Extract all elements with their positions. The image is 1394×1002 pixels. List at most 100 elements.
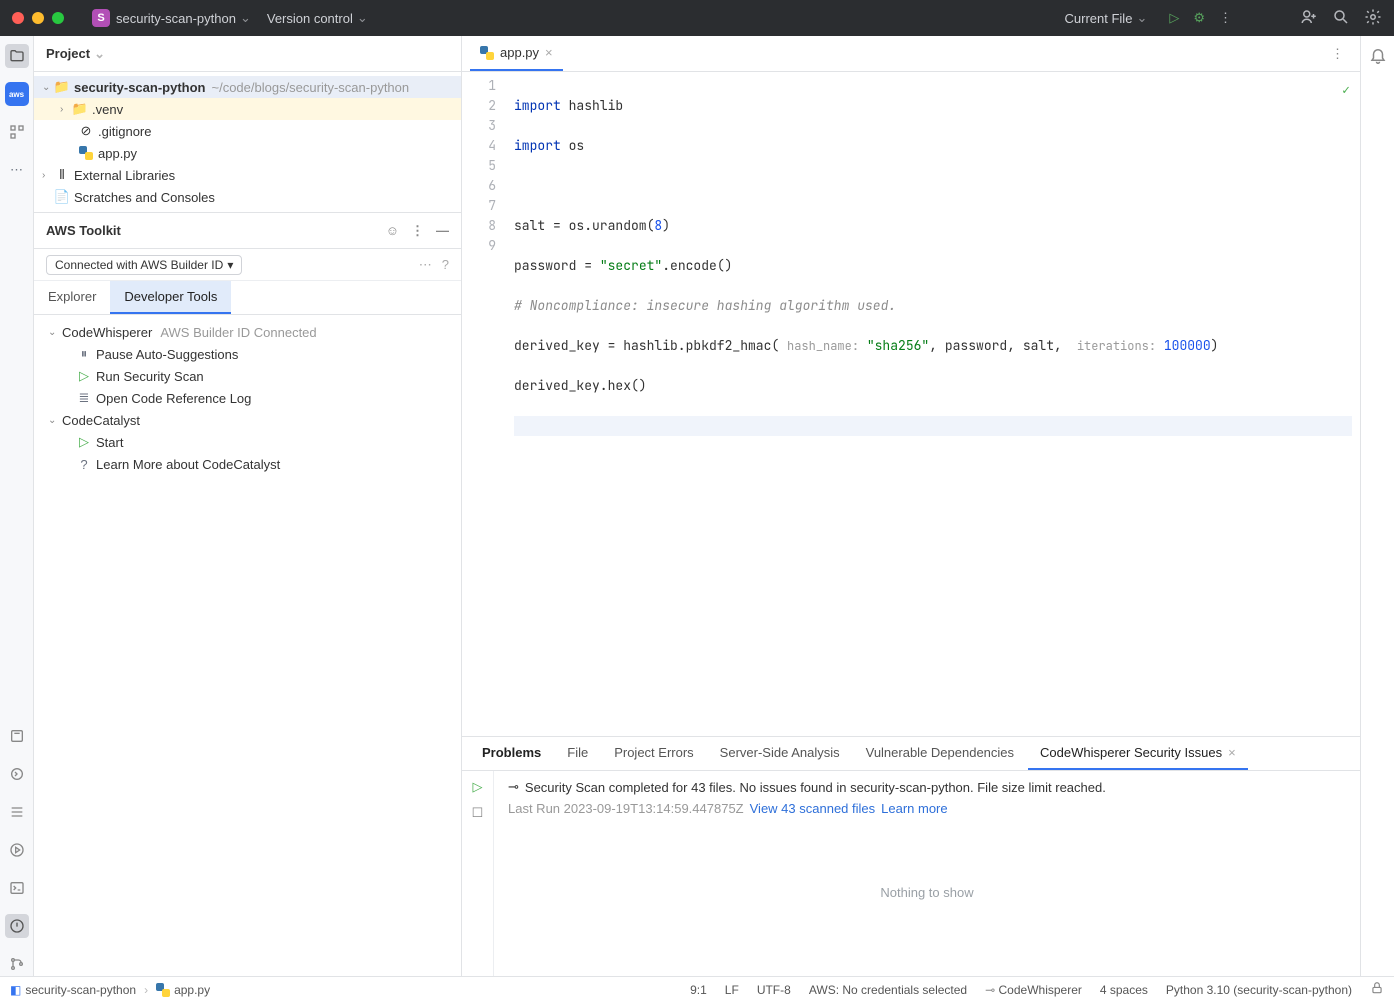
problems-icon[interactable] — [5, 914, 29, 938]
debug-icon[interactable]: ⚙ — [1193, 10, 1205, 26]
titlebar: S security-scan-python ⌄ Version control… — [0, 0, 1394, 36]
folder-icon: 📁 — [54, 79, 70, 95]
feedback-icon[interactable]: ☺ — [386, 223, 399, 239]
aws-run-security-scan[interactable]: ▷Run Security Scan — [34, 365, 461, 387]
play-icon: ▷ — [76, 434, 92, 450]
python-icon — [156, 983, 170, 997]
more-icon[interactable]: ⋯ — [419, 257, 432, 273]
chevron-right-icon: › — [60, 104, 72, 115]
run-icon[interactable]: ▷ — [1169, 10, 1179, 26]
code-content[interactable]: import hashlib import os salt = os.urand… — [506, 72, 1360, 736]
aws-tool-icon[interactable]: aws — [5, 82, 29, 106]
vcs-menu[interactable]: Version control ⌄ — [259, 6, 376, 30]
tab-cw-security[interactable]: CodeWhisperer Security Issues× — [1028, 737, 1248, 770]
aws-codecatalyst-start[interactable]: ▷Start — [34, 431, 461, 453]
chevron-down-icon: ⌄ — [48, 415, 60, 426]
run-config-selector[interactable]: Current File ⌄ — [1057, 6, 1156, 30]
scan-result-line: ⊸ Security Scan completed for 43 files. … — [508, 779, 1346, 816]
chevron-down-icon: ⌄ — [94, 46, 105, 62]
tree-folder-venv[interactable]: › 📁 .venv — [34, 98, 461, 120]
tree-scratches[interactable]: 📄 Scratches and Consoles — [34, 186, 461, 208]
python-console-icon[interactable] — [5, 762, 29, 786]
lock-icon[interactable] — [1370, 981, 1384, 998]
codewhisperer-status[interactable]: ⊸ CodeWhisperer — [985, 983, 1082, 997]
python-icon — [78, 146, 94, 160]
project-badge: S — [92, 9, 110, 27]
stop-icon[interactable]: ☐ — [472, 805, 484, 821]
tab-vulnerable-deps[interactable]: Vulnerable Dependencies — [854, 737, 1026, 770]
tab-problems[interactable]: Problems — [470, 737, 553, 770]
aws-open-reference-log[interactable]: ≣Open Code Reference Log — [34, 387, 461, 409]
tree-root[interactable]: ⌄ 📁 security-scan-python ~/code/blogs/se… — [34, 76, 461, 98]
window-maximize[interactable] — [52, 12, 64, 24]
settings-icon[interactable] — [1364, 8, 1382, 29]
window-minimize[interactable] — [32, 12, 44, 24]
project-tool-icon[interactable] — [5, 44, 29, 68]
tab-developer-tools[interactable]: Developer Tools — [110, 281, 231, 314]
file-icon: ⊘ — [78, 123, 94, 139]
aws-codecatalyst-node[interactable]: ⌄ CodeCatalyst — [34, 409, 461, 431]
log-icon: ≣ — [76, 390, 92, 406]
learn-more-link[interactable]: Learn more — [881, 801, 947, 816]
aws-codewhisperer-node[interactable]: ⌄ CodeWhispererAWS Builder ID Connected — [34, 321, 461, 343]
tree-file-apppy[interactable]: app.py — [34, 142, 461, 164]
tab-file[interactable]: File — [555, 737, 600, 770]
aws-codecatalyst-learn[interactable]: ?Learn More about CodeCatalyst — [34, 453, 461, 475]
tree-external-libraries[interactable]: › ⫴ External Libraries — [34, 164, 461, 186]
run-icon[interactable]: ▷ — [473, 779, 483, 795]
module-icon: ◧ — [10, 983, 21, 997]
interpreter-status[interactable]: Python 3.10 (security-scan-python) — [1166, 983, 1352, 997]
git-icon[interactable] — [5, 952, 29, 976]
structure-tool-icon[interactable] — [5, 120, 29, 144]
chevron-down-icon: ⌄ — [357, 10, 368, 26]
more-tools-icon[interactable]: ⋯ — [5, 158, 29, 182]
window-close[interactable] — [12, 12, 24, 24]
statusbar: ◧ security-scan-python › app.py 9:1 LF U… — [0, 976, 1394, 1002]
tab-server-side[interactable]: Server-Side Analysis — [708, 737, 852, 770]
pause-icon: ⏸ — [76, 346, 92, 362]
terminal-icon[interactable] — [5, 876, 29, 900]
project-panel-header[interactable]: Project⌄ — [34, 36, 461, 72]
help-icon: ? — [76, 457, 92, 472]
project-name: security-scan-python — [116, 11, 236, 26]
aws-credentials[interactable]: AWS: No credentials selected — [809, 983, 967, 997]
view-scanned-files-link[interactable]: View 43 scanned files — [750, 801, 876, 816]
close-icon[interactable]: × — [1228, 745, 1236, 760]
notifications-icon[interactable] — [1369, 46, 1387, 67]
editor-more-icon[interactable]: ⋮ — [1323, 46, 1352, 62]
services-icon[interactable] — [5, 800, 29, 824]
chevron-down-icon: ⌄ — [42, 82, 54, 93]
editor-tab-bar: app.py × ⋮ — [462, 36, 1360, 72]
tree-file-gitignore[interactable]: ⊘ .gitignore — [34, 120, 461, 142]
right-tool-rail — [1360, 36, 1394, 976]
close-icon[interactable]: × — [545, 45, 553, 60]
editor-tab-apppy[interactable]: app.py × — [470, 36, 563, 71]
scratch-icon: 📄 — [54, 189, 70, 205]
more-icon[interactable]: ⋮ — [411, 223, 424, 239]
project-selector[interactable]: S security-scan-python ⌄ — [84, 5, 259, 31]
python-packages-icon[interactable] — [5, 724, 29, 748]
tab-project-errors[interactable]: Project Errors — [602, 737, 705, 770]
chevron-down-icon: ⌄ — [1136, 10, 1147, 26]
library-icon: ⫴ — [54, 167, 70, 183]
line-separator[interactable]: LF — [725, 983, 739, 997]
indent-status[interactable]: 4 spaces — [1100, 983, 1148, 997]
minimize-icon[interactable]: — — [436, 223, 449, 239]
project-tree: ⌄ 📁 security-scan-python ~/code/blogs/se… — [34, 72, 461, 212]
encoding[interactable]: UTF-8 — [757, 983, 791, 997]
add-user-icon[interactable] — [1300, 8, 1318, 29]
run-tool-icon[interactable] — [5, 838, 29, 862]
nothing-to-show: Nothing to show — [508, 816, 1346, 968]
help-icon[interactable]: ? — [442, 257, 449, 273]
caret-position[interactable]: 9:1 — [690, 983, 707, 997]
tab-explorer[interactable]: Explorer — [34, 281, 110, 314]
python-icon — [480, 46, 494, 60]
aws-connection-selector[interactable]: Connected with AWS Builder ID▾ — [46, 255, 242, 275]
more-icon[interactable]: ⋮ — [1219, 10, 1232, 26]
breadcrumb[interactable]: ◧ security-scan-python › app.py — [10, 983, 210, 997]
problems-tab-bar: Problems File Project Errors Server-Side… — [462, 737, 1360, 771]
left-tool-rail: aws ⋯ — [0, 36, 34, 976]
code-editor[interactable]: ✓ 123456789 import hashlib import os sal… — [462, 72, 1360, 736]
search-icon[interactable] — [1332, 8, 1350, 29]
aws-pause-suggestions[interactable]: ⏸Pause Auto-Suggestions — [34, 343, 461, 365]
